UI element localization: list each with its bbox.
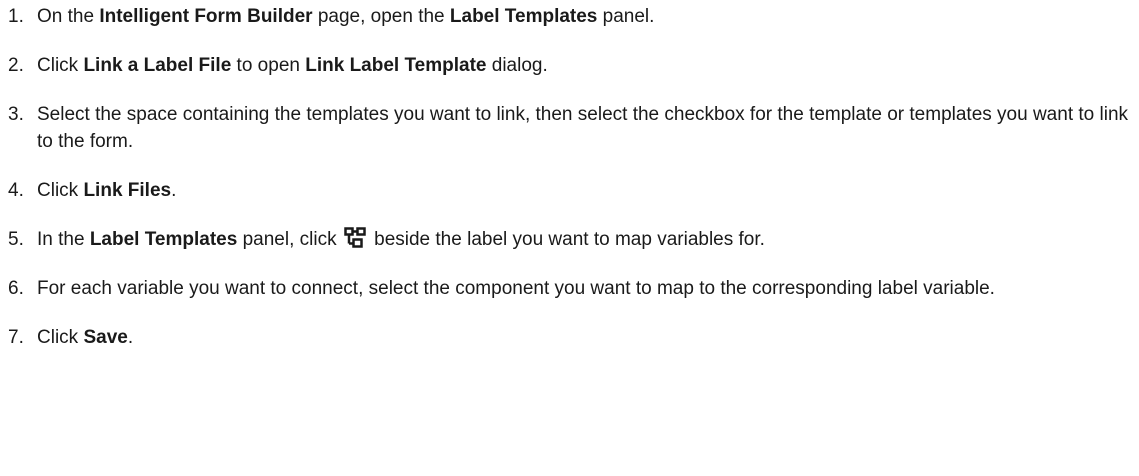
- step-item: 4. Click Link Files.: [0, 177, 1139, 204]
- step-number: 7.: [0, 324, 37, 351]
- ui-element-name: Link a Label File: [83, 55, 232, 76]
- step-text: In the Label Templates panel, click besi…: [37, 226, 1139, 253]
- step-number: 5.: [0, 226, 37, 253]
- step-text-run: .: [127, 327, 134, 348]
- step-item: 2. Click Link a Label File to open Link …: [0, 52, 1139, 79]
- step-text: Click Save.: [37, 324, 1139, 351]
- step-item: 7. Click Save.: [0, 324, 1139, 351]
- ui-element-name: Label Templates: [89, 229, 238, 250]
- procedure-steps: 1. On the Intelligent Form Builder page,…: [0, 0, 1139, 351]
- step-number-label: 5.: [8, 229, 24, 250]
- step-text-run: to open: [231, 55, 306, 76]
- step-text-run: In the: [37, 229, 90, 250]
- step-number: 3.: [0, 101, 37, 128]
- step-text-run: Click: [37, 180, 84, 201]
- step-item: 6. For each variable you want to connect…: [0, 275, 1139, 302]
- step-text-run: Click: [37, 327, 84, 348]
- step-item: 5. In the Label Templates panel, click b…: [0, 226, 1139, 253]
- step-text-run: On the: [37, 6, 100, 27]
- step-text-run: panel, click: [237, 229, 342, 250]
- step-number-label: 6.: [8, 278, 24, 299]
- step-text-run: Select the space containing the template…: [37, 104, 1129, 152]
- step-number-label: 7.: [8, 327, 24, 348]
- step-number-label: 1.: [8, 6, 24, 27]
- step-text: On the Intelligent Form Builder page, op…: [37, 3, 1139, 30]
- step-item: 3. Select the space containing the templ…: [0, 101, 1139, 155]
- ui-element-name: Link Label Template: [305, 55, 487, 76]
- step-number-label: 2.: [8, 55, 24, 76]
- step-text-run: .: [171, 180, 177, 201]
- map-variables-icon: [344, 227, 366, 248]
- step-number: 6.: [0, 275, 37, 302]
- step-item: 1. On the Intelligent Form Builder page,…: [0, 3, 1139, 30]
- ui-element-name: Save: [83, 327, 128, 348]
- ui-element-name: Link Files: [83, 180, 172, 201]
- step-number: 1.: [0, 3, 37, 30]
- step-text-run: For each variable you want to connect, s…: [37, 278, 995, 299]
- step-text: For each variable you want to connect, s…: [37, 275, 1139, 302]
- step-text: Click Link Files.: [37, 177, 1139, 204]
- step-text-run: panel.: [597, 6, 655, 27]
- step-text-run: page, open the: [312, 6, 450, 27]
- step-number-label: 4.: [8, 180, 24, 201]
- step-text-run: dialog.: [486, 55, 548, 76]
- step-text-run: beside the label you want to map variabl…: [368, 229, 765, 250]
- step-number: 2.: [0, 52, 37, 79]
- step-number: 4.: [0, 177, 37, 204]
- step-text-run: Click: [37, 55, 84, 76]
- step-text: Select the space containing the template…: [37, 101, 1139, 155]
- step-number-label: 3.: [8, 104, 24, 125]
- step-text: Click Link a Label File to open Link Lab…: [37, 52, 1139, 79]
- ui-element-name: Label Templates: [449, 6, 598, 27]
- ui-element-name: Intelligent Form Builder: [99, 6, 313, 27]
